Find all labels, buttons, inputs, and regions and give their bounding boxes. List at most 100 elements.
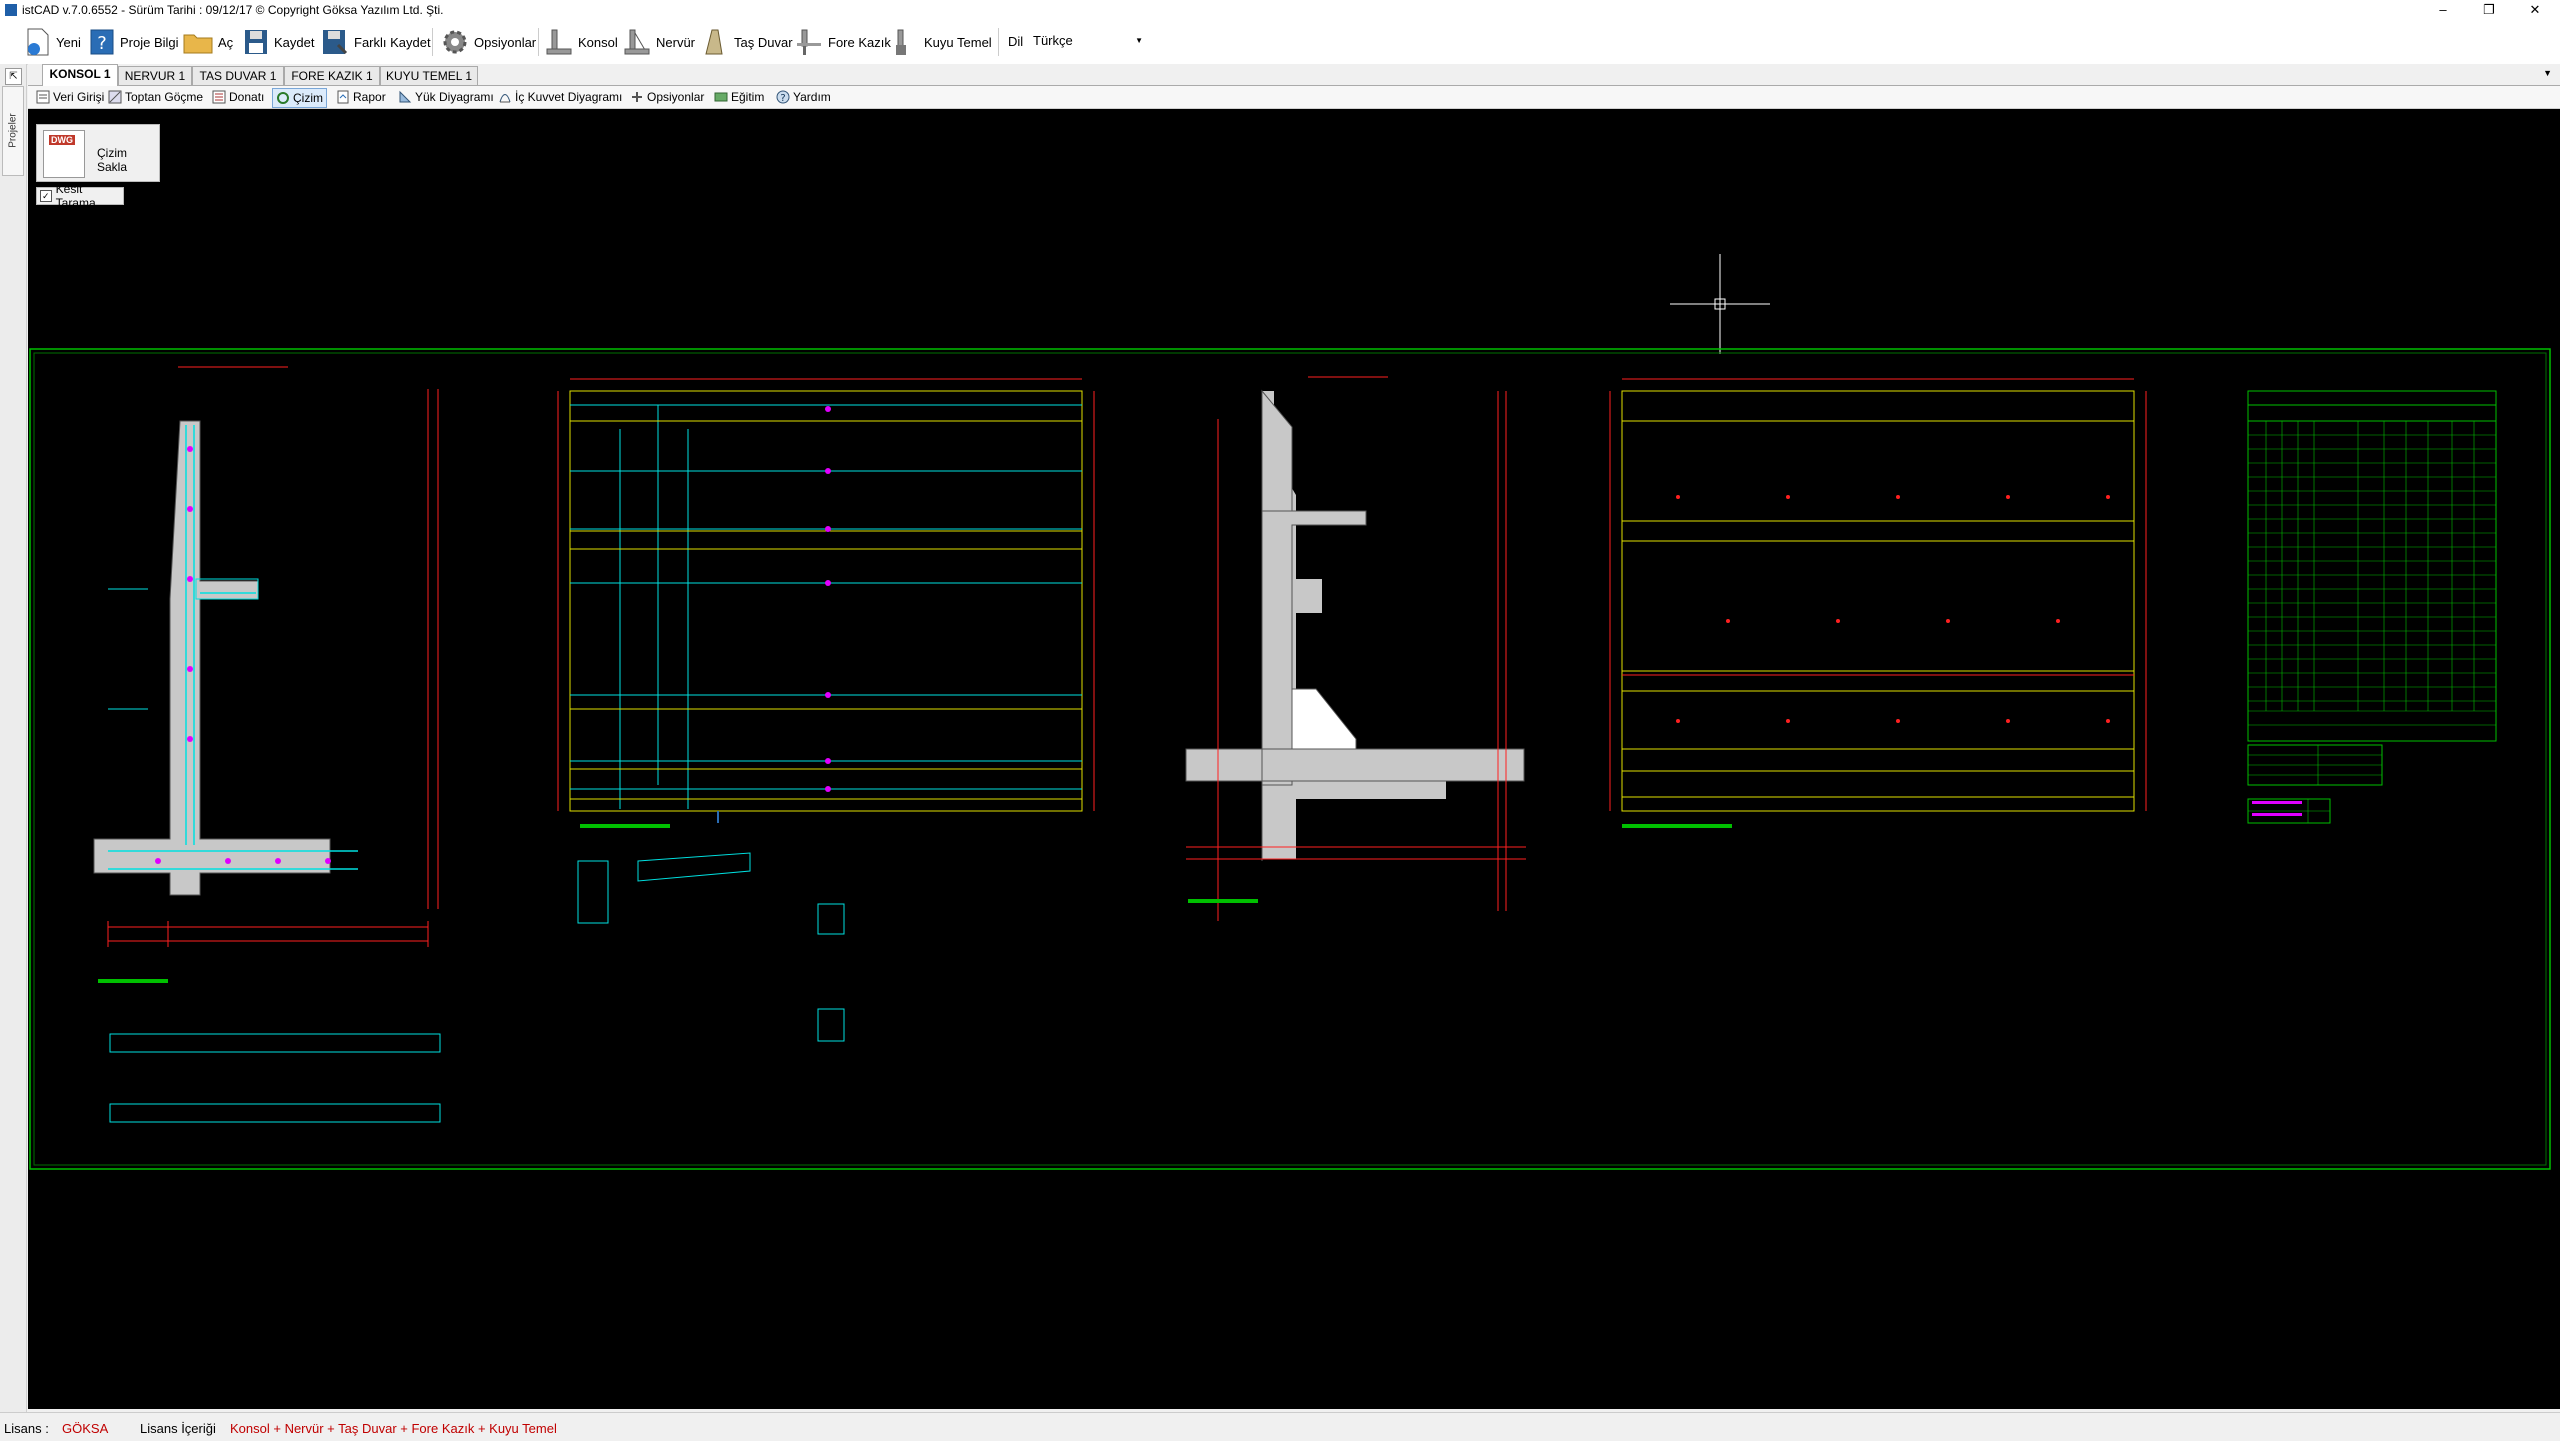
load-diagram-icon	[399, 90, 412, 103]
svg-text:?: ?	[780, 93, 785, 104]
project-info-button[interactable]: ? Proje Bilgi	[88, 24, 179, 60]
nervur-label: Nervür	[656, 34, 696, 50]
collapse-icon	[108, 90, 122, 104]
document-tabs: KONSOL 1 NERVUR 1 TAS DUVAR 1 FORE KAZIK…	[28, 64, 2560, 86]
donati-button[interactable]: Donatı	[212, 88, 264, 106]
license-content-value: Konsol + Nervür + Taş Duvar + Fore Kazık…	[230, 1421, 557, 1436]
minimize-button[interactable]: –	[2420, 0, 2466, 20]
cad-canvas[interactable]: DWG Çizim Sakla ✓ Kesit Tarama	[28, 109, 2560, 1409]
wall-geometry-drawing	[1185, 376, 1526, 921]
dwg-file-icon: DWG	[43, 130, 85, 178]
side-panel: ⇱ Projeler	[0, 64, 27, 1412]
donati-label: Donatı	[229, 90, 265, 104]
data-entry-icon	[36, 90, 50, 104]
elevation-rebar-drawing	[557, 378, 1095, 1042]
module-toolbar: Veri Girişi Toptan Göçme Donatı Çizim Ra…	[28, 86, 2560, 109]
tab-nervur-1[interactable]: NERVUR 1	[118, 66, 192, 85]
language-value: Türkçe	[1033, 33, 1073, 48]
drawing-icon	[277, 92, 289, 104]
veri-girisi-button[interactable]: Veri Girişi	[36, 88, 104, 106]
app-logo-icon	[5, 4, 17, 16]
egitim-label: Eğitim	[731, 90, 765, 104]
fore-kazik-label: Fore Kazık	[828, 34, 891, 50]
yardim-label: Yardım	[793, 90, 831, 104]
projects-side-tab[interactable]: Projeler	[2, 86, 24, 176]
floppy-icon	[245, 30, 267, 54]
toolbar-separator	[998, 28, 999, 56]
options-icon	[632, 92, 642, 102]
konsol-wall-icon	[546, 29, 572, 55]
report-icon	[337, 90, 349, 104]
stone-wall-icon	[705, 29, 723, 55]
tas-duvar-button[interactable]: Taş Duvar	[700, 24, 793, 60]
fore-kazik-button[interactable]: Fore Kazık	[794, 24, 891, 60]
rebar-icon	[212, 90, 226, 104]
pin-icon[interactable]: ⇱	[5, 68, 22, 85]
egitim-button[interactable]: Eğitim	[714, 88, 764, 106]
rapor-label: Rapor	[353, 90, 386, 104]
ic-kuvvet-button[interactable]: İç Kuvvet Diyagramı	[498, 88, 622, 106]
rapor-button[interactable]: Rapor	[336, 88, 386, 106]
chevron-down-icon: ▼	[1135, 36, 1143, 45]
help-icon: ?	[90, 29, 114, 55]
cad-drawing[interactable]	[28, 109, 2560, 1409]
well-foundation-icon	[896, 29, 906, 55]
options-button[interactable]: Opsiyonlar	[440, 24, 536, 60]
konsol-section-drawing	[93, 366, 441, 1123]
section-hatch-label: Kesit Tarama	[55, 182, 96, 210]
cizim-button[interactable]: Çizim	[272, 88, 327, 108]
license-label: Lisans :	[4, 1421, 49, 1436]
close-button[interactable]: ✕	[2512, 0, 2558, 20]
cizim-label: Çizim	[293, 91, 323, 105]
save-as-button[interactable]: Farklı Kaydet	[320, 24, 431, 60]
tabs-dropdown-icon[interactable]: ▼	[2543, 68, 2552, 78]
status-bar: Lisans : GÖKSA Lisans İçeriği Konsol + N…	[0, 1412, 2560, 1441]
nervur-button[interactable]: Nervür	[622, 24, 695, 60]
save-drawing-panel[interactable]: DWG Çizim Sakla	[36, 124, 160, 182]
konsol-button[interactable]: Konsol	[544, 24, 618, 60]
new-file-icon	[27, 28, 49, 56]
gear-icon	[443, 30, 467, 54]
toptan-gocme-button[interactable]: Toptan Göçme	[108, 88, 203, 106]
crosshair-cursor	[1670, 254, 1770, 354]
yuk-diyagrami-button[interactable]: Yük Diyagramı	[398, 88, 494, 106]
tab-konsol-1[interactable]: KONSOL 1	[42, 64, 118, 86]
toolbar-separator	[538, 28, 539, 56]
kuyu-temel-button[interactable]: Kuyu Temel	[890, 24, 992, 60]
yuk-diyagrami-label: Yük Diyagramı	[415, 90, 494, 104]
options-label: Opsiyonlar	[474, 34, 537, 50]
nervur-wall-icon	[624, 29, 650, 55]
help-icon: ?	[776, 90, 790, 104]
open-button[interactable]: Aç	[182, 24, 233, 60]
title-bar: istCAD v.7.0.6552 - Sürüm Tarihi : 09/12…	[0, 0, 2560, 20]
section-hatch-checkbox[interactable]: ✓ Kesit Tarama	[36, 182, 124, 210]
ic-kuvvet-label: İç Kuvvet Diyagramı	[515, 90, 623, 104]
save-label: Kaydet	[274, 34, 315, 50]
opsiyonlar-button[interactable]: Opsiyonlar	[630, 88, 704, 106]
veri-girisi-label: Veri Girişi	[53, 90, 105, 104]
kuyu-temel-label: Kuyu Temel	[924, 34, 992, 50]
main-toolbar: Yeni ? Proje Bilgi Aç Kaydet Farklı Kayd…	[0, 20, 2560, 65]
new-button[interactable]: Yeni	[24, 24, 81, 60]
yardim-button[interactable]: ? Yardım	[776, 88, 831, 106]
rebar-schedule-table	[2247, 390, 2497, 824]
language-label: Dil	[1008, 34, 1024, 49]
training-icon	[714, 92, 728, 102]
new-label: Yeni	[56, 34, 81, 50]
license-content-label: Lisans İçeriği	[140, 1421, 216, 1436]
open-label: Aç	[218, 34, 234, 50]
projects-side-label: Projeler	[7, 113, 19, 148]
tab-kuyu-temel-1[interactable]: KUYU TEMEL 1	[380, 66, 478, 85]
language-select[interactable]: Türkçe ▼	[1028, 30, 1148, 50]
save-button[interactable]: Kaydet	[242, 24, 314, 60]
maximize-button[interactable]: ❐	[2466, 0, 2512, 20]
save-as-label: Farklı Kaydet	[354, 34, 431, 50]
tab-fore-kazik-1[interactable]: FORE KAZIK 1	[284, 66, 380, 85]
konsol-label: Konsol	[578, 34, 618, 50]
license-value: GÖKSA	[62, 1421, 109, 1436]
project-info-label: Proje Bilgi	[120, 34, 179, 50]
tab-tas-duvar-1[interactable]: TAS DUVAR 1	[192, 66, 284, 85]
save-drawing-label: Çizim Sakla	[97, 146, 128, 174]
svg-text:?: ?	[97, 33, 107, 54]
pile-icon	[797, 29, 821, 55]
